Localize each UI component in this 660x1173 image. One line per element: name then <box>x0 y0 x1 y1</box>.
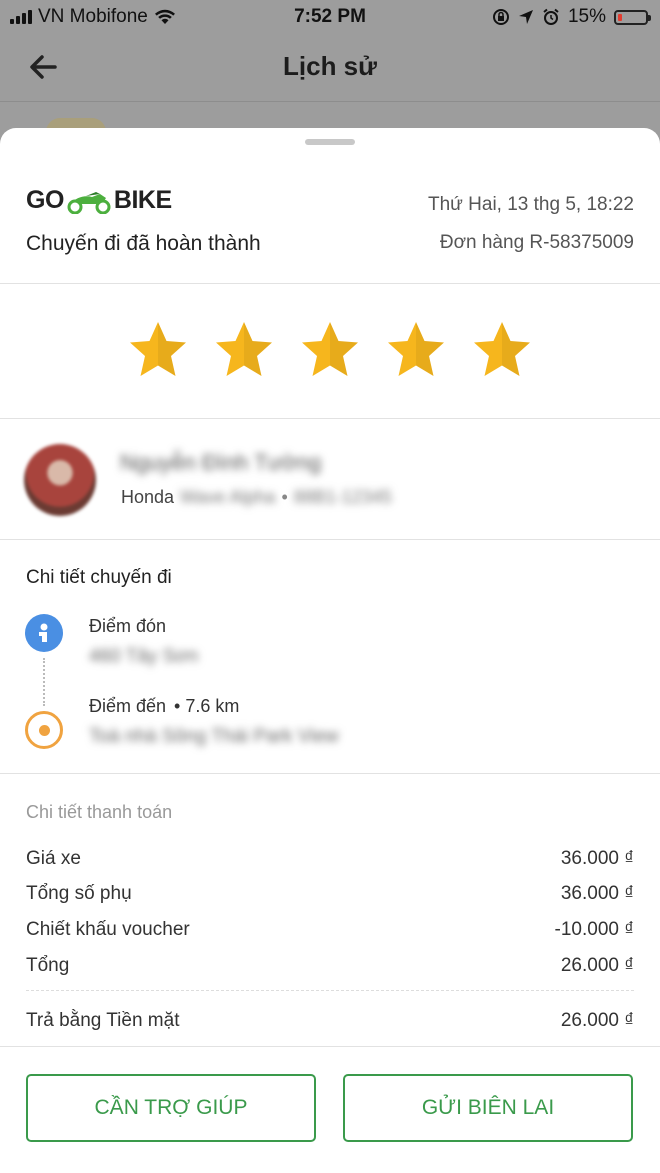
page-title: Lịch sử <box>283 51 377 81</box>
send-receipt-button[interactable]: GỬI BIÊN LAI <box>343 1074 633 1142</box>
need-help-button[interactable]: CẦN TRỢ GIÚP <box>26 1074 316 1142</box>
pickup-address: 460 Tây Sơn <box>89 646 199 667</box>
pickup-label: Điểm đón <box>89 616 167 636</box>
star-icon[interactable] <box>300 320 360 380</box>
distance-separator: • <box>174 696 181 716</box>
payment-row-amount: 36.000 ₫ <box>560 848 634 869</box>
vehicle-make: Honda <box>121 487 175 507</box>
status-bar-right: 15% <box>492 6 651 28</box>
divider <box>0 773 660 774</box>
battery-level <box>618 13 622 21</box>
payment-row: Tổng 26.000 ₫ <box>26 955 634 977</box>
dropoff-address: Toà nhà Sông Thái Park View <box>89 726 339 747</box>
route-connector <box>43 658 45 706</box>
sheet-grabber[interactable] <box>305 139 355 145</box>
order-id: Đơn hàng R-58375009 <box>439 232 634 253</box>
nav-divider <box>0 101 660 102</box>
driver-name: Nguyễn Đình Tường <box>120 450 322 475</box>
star-icon[interactable] <box>128 320 188 380</box>
payment-row-label: Tổng <box>26 955 70 976</box>
trip-details-title: Chi tiết chuyến đi <box>26 567 172 588</box>
vehicle-info: Honda Wave Alpha • 88B1-12345 <box>121 487 392 508</box>
logo-text-bike: BIKE <box>113 185 172 214</box>
gobike-logo: GO BIKE <box>26 186 172 214</box>
person-icon <box>39 623 48 642</box>
payment-row-label: Giá xe <box>26 848 81 869</box>
payment-divider <box>26 990 634 991</box>
trip-distance: 7.6 km <box>185 696 240 716</box>
payment-row: Chiết khấu voucher -10.000 ₫ <box>26 919 634 941</box>
license-plate: 88B1-12345 <box>293 487 392 507</box>
divider <box>0 283 660 284</box>
rotation-lock-icon <box>492 9 509 25</box>
status-bar: VN Mobifone 7:52 PM 15% <box>0 0 660 34</box>
dropoff-pin-icon <box>25 711 63 749</box>
payment-row-amount: 36.000 ₫ <box>560 883 634 904</box>
payment-row: Tổng số phụ 36.000 ₫ <box>26 883 634 905</box>
order-date: Thứ Hai, 13 thg 5, 18:22 <box>427 194 634 215</box>
divider <box>0 1046 660 1047</box>
dropoff-label: Điểm đến <box>89 696 167 716</box>
divider <box>0 418 660 419</box>
payment-method-amount: 26.000 ₫ <box>560 1010 634 1031</box>
location-arrow-icon <box>518 10 533 24</box>
payment-row-label: Tổng số phụ <box>26 883 132 904</box>
payment-method-row: Trả bằng Tiền mặt 26.000 ₫ <box>26 1010 634 1032</box>
pickup-pin-icon <box>25 614 63 652</box>
trip-detail-sheet: GO BIKE Thứ Hai, 13 thg 5, 18:22 Chuyến … <box>0 128 660 1173</box>
driver-avatar <box>24 444 96 516</box>
star-icon[interactable] <box>472 320 532 380</box>
battery-icon <box>614 9 651 25</box>
payment-details-title: Chi tiết thanh toán <box>26 802 173 822</box>
logo-text-go: GO <box>26 185 64 214</box>
motorbike-icon <box>67 192 111 214</box>
alarm-icon <box>543 8 559 25</box>
star-icon[interactable] <box>214 320 274 380</box>
payment-method-label: Trả bằng Tiền mặt <box>26 1010 180 1031</box>
nav-bar: Lịch sử <box>0 34 660 100</box>
payment-row: Giá xe 36.000 ₫ <box>26 848 634 870</box>
rating-stars[interactable] <box>0 320 660 380</box>
battery-percent: 15% <box>567 6 606 27</box>
vehicle-separator: • <box>281 487 288 507</box>
dropoff-label-row: Điểm đến • 7.6 km <box>89 696 239 717</box>
payment-row-amount: 26.000 ₫ <box>560 955 634 976</box>
payment-row-amount: -10.000 ₫ <box>554 919 634 940</box>
trip-status: Chuyến đi đã hoàn thành <box>26 232 261 255</box>
payment-row-label: Chiết khấu voucher <box>26 919 190 940</box>
vehicle-model: Wave Alpha <box>180 487 276 507</box>
star-icon[interactable] <box>386 320 446 380</box>
divider <box>0 539 660 540</box>
